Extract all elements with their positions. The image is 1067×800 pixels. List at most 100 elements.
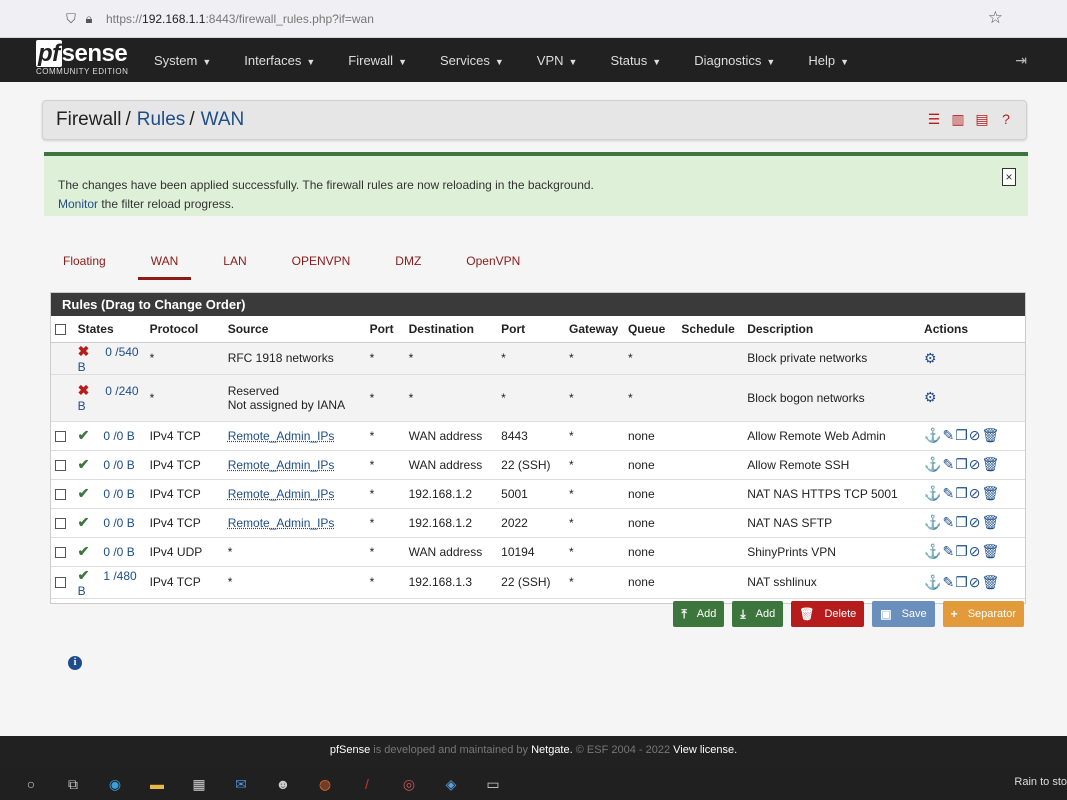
trash-icon[interactable]: 🗑︎ [982, 427, 1000, 443]
anchor-icon[interactable]: ⚓ [924, 543, 941, 559]
table-row[interactable]: ✔ 0 /0 B IPv4 UDP * * WAN address 10194 * none Sh… [51, 537, 1025, 567]
tab-floating-0[interactable]: Floating [50, 250, 119, 280]
row-checkbox[interactable] [51, 566, 74, 599]
file-explorer-icon[interactable]: ▬ [146, 773, 168, 795]
table-row[interactable]: ✔ 1 /480 B IPv4 TCP * * 192.168.1.3 22 (SSH) * n… [51, 566, 1025, 599]
copy-icon[interactable]: ❐ [955, 543, 968, 559]
netgate-link[interactable]: Netgate. [531, 744, 573, 756]
trash-icon[interactable]: 🗑︎ [982, 514, 1000, 530]
anchor-icon[interactable]: ⚓ [924, 456, 941, 472]
tab-lan-2[interactable]: LAN [210, 250, 259, 280]
copy-icon[interactable]: ❐ [955, 456, 968, 472]
nav-help[interactable]: Help ▼ [808, 53, 849, 68]
breadcrumb-rules[interactable]: Rules [137, 109, 186, 131]
bookmark-star-icon[interactable]: ☆ [988, 8, 1003, 28]
gear-icon[interactable]: ⚙ [924, 350, 937, 366]
close-icon[interactable]: × [1002, 168, 1016, 186]
pfsense-logo[interactable]: pfsense COMMUNITY EDITION [36, 40, 136, 79]
disable-icon[interactable]: ⊘ [969, 574, 981, 590]
pencil-icon[interactable]: ✎ [942, 514, 954, 530]
states-cell[interactable]: ✔ 0 /0 B [73, 421, 146, 451]
help-icon[interactable]: ? [998, 111, 1014, 128]
pencil-icon[interactable]: ✎ [942, 485, 954, 501]
row-checkbox[interactable] [51, 421, 74, 451]
copy-icon[interactable]: ❐ [955, 514, 968, 530]
source-cell[interactable]: Remote_Admin_IPs [223, 479, 366, 509]
edge-browser-icon[interactable]: ◉ [104, 773, 126, 795]
select-all-checkbox[interactable] [51, 316, 74, 343]
nav-status[interactable]: Status ▼ [610, 53, 661, 68]
lock-icon[interactable]: 🔒︎ [80, 10, 98, 28]
pencil-icon[interactable]: ✎ [942, 456, 954, 472]
add-bottom-button[interactable]: ⤓ Add [732, 601, 784, 627]
nav-vpn[interactable]: VPN ▼ [537, 53, 578, 68]
anchor-icon[interactable]: ⚓ [924, 574, 941, 590]
gear-icon[interactable]: ⚙ [924, 389, 937, 405]
save-button[interactable]: ▣ Save [872, 601, 935, 627]
table-row[interactable]: ✔ 0 /0 B IPv4 TCP Remote_Admin_IPs * 192.168.… [51, 508, 1025, 538]
nav-diagnostics[interactable]: Diagnostics ▼ [694, 53, 775, 68]
breadcrumb-wan[interactable]: WAN [201, 109, 245, 131]
states-cell[interactable]: ✔ 0 /0 B [73, 508, 146, 538]
row-checkbox[interactable] [51, 537, 74, 567]
task-view-icon[interactable]: ⧉ [62, 773, 84, 795]
states-cell[interactable]: ✔ 0 /0 B [73, 537, 146, 567]
anchor-icon[interactable]: ⚓ [924, 514, 941, 530]
trash-icon[interactable]: 🗑︎ [982, 485, 1000, 501]
store-icon[interactable]: ▦ [188, 773, 210, 795]
anchor-icon[interactable]: ⚓ [924, 427, 941, 443]
states-cell[interactable]: ✖ 0 /240 B [73, 374, 146, 422]
pencil-icon[interactable]: ✎ [942, 574, 954, 590]
add-top-button[interactable]: ⤒ Add [673, 601, 725, 627]
mail-icon[interactable]: ✉ [230, 773, 252, 795]
delete-button[interactable]: 🗑︎ Delete [791, 601, 865, 627]
pen-app-icon[interactable]: / [356, 773, 378, 795]
disable-icon[interactable]: ⊘ [969, 514, 981, 530]
trash-icon[interactable]: 🗑︎ [982, 574, 1000, 590]
chrome-like-icon[interactable]: ◎ [398, 773, 420, 795]
anchor-icon[interactable]: ⚓ [924, 485, 941, 501]
logout-icon[interactable]: ⇥ [1015, 52, 1027, 69]
separator-button[interactable]: + Separator [942, 601, 1024, 627]
copy-icon[interactable]: ❐ [955, 574, 968, 590]
url-bar[interactable]: https://192.168.1.1:8443/firewall_rules.… [106, 12, 374, 26]
tab-wan-1[interactable]: WAN [137, 250, 192, 280]
states-cell[interactable]: ✖ 0 /540 B [73, 342, 146, 375]
firefox-icon[interactable]: ◍ [314, 773, 336, 795]
pencil-icon[interactable]: ✎ [942, 543, 954, 559]
nav-system[interactable]: System ▼ [154, 53, 211, 68]
log-list-icon[interactable]: ▤ [974, 111, 990, 128]
copy-icon[interactable]: ❐ [955, 427, 968, 443]
alien-app-icon[interactable]: ☻ [272, 773, 294, 795]
states-cell[interactable]: ✔ 0 /0 B [73, 450, 146, 480]
disable-icon[interactable]: ⊘ [969, 485, 981, 501]
tab-openvpn-5[interactable]: OpenVPN [453, 250, 533, 280]
row-checkbox[interactable] [51, 450, 74, 480]
source-cell[interactable]: Remote_Admin_IPs [223, 450, 366, 480]
row-checkbox[interactable] [51, 508, 74, 538]
network-app-icon[interactable]: ◈ [440, 773, 462, 795]
states-cell[interactable]: ✔ 1 /480 B [73, 566, 146, 599]
disable-icon[interactable]: ⊘ [969, 543, 981, 559]
states-cell[interactable]: ✔ 0 /0 B [73, 479, 146, 509]
trash-icon[interactable]: 🗑︎ [982, 543, 1000, 559]
table-row[interactable]: ✔ 0 /0 B IPv4 TCP Remote_Admin_IPs * 192.168.… [51, 479, 1025, 509]
info-icon[interactable]: i [68, 656, 82, 670]
pencil-icon[interactable]: ✎ [942, 427, 954, 443]
license-link[interactable]: View license. [673, 744, 737, 756]
shield-icon[interactable]: ⛉ [62, 10, 80, 28]
nav-services[interactable]: Services ▼ [440, 53, 504, 68]
tab-dmz-4[interactable]: DMZ [382, 250, 434, 280]
table-row[interactable]: ✔ 0 /0 B IPv4 TCP Remote_Admin_IPs * WAN addr… [51, 421, 1025, 451]
table-row[interactable]: ✔ 0 /0 B IPv4 TCP Remote_Admin_IPs * WAN addr… [51, 450, 1025, 480]
row-checkbox[interactable] [51, 479, 74, 509]
search-circle-icon[interactable]: ○ [20, 773, 42, 795]
disable-icon[interactable]: ⊘ [969, 427, 981, 443]
trash-icon[interactable]: 🗑︎ [982, 456, 1000, 472]
sliders-icon[interactable]: ☰ [926, 111, 942, 128]
terminal-icon[interactable]: ▭ [482, 773, 504, 795]
copy-icon[interactable]: ❐ [955, 485, 968, 501]
source-cell[interactable]: Remote_Admin_IPs [223, 508, 366, 538]
monitor-link[interactable]: Monitor [58, 197, 98, 211]
disable-icon[interactable]: ⊘ [969, 456, 981, 472]
